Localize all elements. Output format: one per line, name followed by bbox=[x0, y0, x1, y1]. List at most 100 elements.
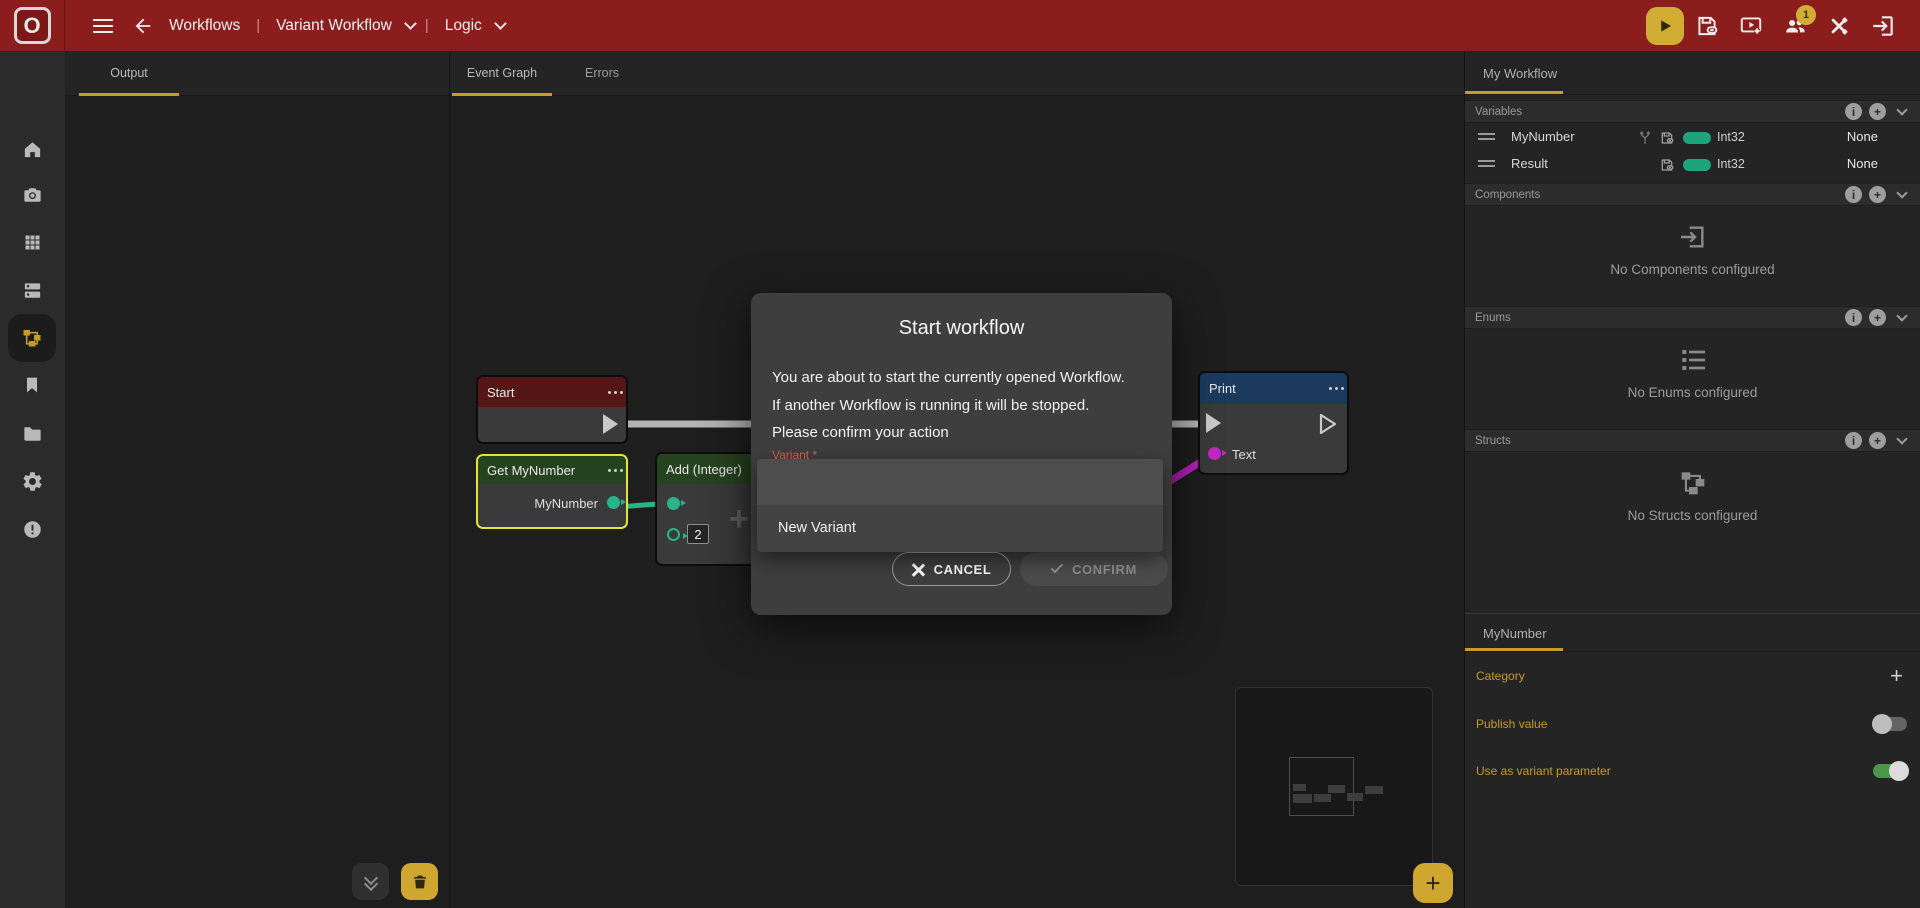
info-icon[interactable]: i bbox=[1845, 186, 1862, 203]
run-settings-button[interactable] bbox=[1736, 11, 1766, 41]
node-print[interactable]: Print Text bbox=[1198, 371, 1349, 475]
users-button[interactable]: 1 bbox=[1780, 11, 1810, 41]
add-category-button[interactable]: + bbox=[1890, 663, 1903, 689]
sidebar-item-bookmarks[interactable] bbox=[8, 361, 56, 409]
screen-run-settings-icon bbox=[1738, 13, 1764, 39]
exit-button[interactable] bbox=[1868, 11, 1898, 41]
variant-branch-icon bbox=[1637, 130, 1653, 146]
minimap[interactable] bbox=[1235, 687, 1433, 886]
drag-handle-icon[interactable] bbox=[1478, 160, 1495, 167]
section-title: Components bbox=[1475, 189, 1838, 201]
variable-row[interactable]: Result Int32 None bbox=[1465, 151, 1920, 178]
sidebar-item-workflows[interactable] bbox=[8, 314, 56, 362]
scroll-to-bottom-button[interactable] bbox=[352, 863, 389, 900]
node-get-mynumber[interactable]: Get MyNumber MyNumber bbox=[476, 454, 628, 529]
variant-option-new[interactable]: New Variant bbox=[757, 505, 1163, 551]
node-title: Start bbox=[487, 385, 514, 400]
publish-value-toggle[interactable] bbox=[1872, 714, 1909, 734]
alert-icon bbox=[21, 518, 44, 541]
pin-label: Text bbox=[1232, 447, 1256, 462]
info-icon[interactable]: i bbox=[1845, 103, 1862, 120]
confirm-button[interactable]: CONFIRM bbox=[1020, 552, 1168, 586]
sidebar-item-alerts[interactable] bbox=[8, 505, 56, 553]
chevron-down-icon[interactable] bbox=[404, 17, 417, 30]
section-title: Variables bbox=[1475, 106, 1838, 118]
breadcrumb-separator: | bbox=[256, 17, 260, 34]
data-out-port[interactable] bbox=[607, 496, 620, 509]
drag-handle-icon[interactable] bbox=[1478, 133, 1495, 140]
double-chevron-down-icon bbox=[365, 876, 377, 888]
more-options-icon[interactable] bbox=[614, 391, 617, 394]
text-in-port[interactable] bbox=[1208, 447, 1221, 460]
collapse-chevron-icon[interactable] bbox=[1896, 310, 1907, 321]
type-color-pill bbox=[1683, 132, 1711, 144]
exec-out-port[interactable] bbox=[1318, 413, 1338, 435]
data-in-port-b[interactable] bbox=[667, 528, 680, 541]
main-menu-button[interactable] bbox=[83, 6, 123, 46]
collapse-chevron-icon[interactable] bbox=[1896, 433, 1907, 444]
section-title: Structs bbox=[1475, 435, 1838, 447]
dialog-title: Start workflow bbox=[751, 317, 1172, 340]
clear-output-button[interactable] bbox=[401, 863, 438, 900]
play-icon bbox=[1656, 17, 1674, 35]
toggle-knob bbox=[1889, 761, 1909, 781]
variant-parameter-row: Use as variant parameter bbox=[1465, 754, 1920, 788]
structs-section-header: Structs i + bbox=[1465, 429, 1920, 452]
value-input[interactable]: 2 bbox=[687, 524, 709, 544]
variant-option-empty[interactable] bbox=[757, 459, 1163, 505]
type-color-pill bbox=[1683, 159, 1711, 171]
add-icon[interactable]: + bbox=[1869, 432, 1886, 449]
exec-in-port[interactable] bbox=[1206, 413, 1221, 433]
node-title: Add (Integer) bbox=[666, 462, 742, 477]
add-icon[interactable]: + bbox=[1869, 186, 1886, 203]
output-panel: Output bbox=[65, 51, 450, 908]
trash-icon bbox=[411, 873, 429, 891]
sidebar-item-settings[interactable] bbox=[8, 457, 56, 505]
add-icon[interactable]: + bbox=[1869, 309, 1886, 326]
info-icon[interactable]: i bbox=[1845, 309, 1862, 326]
dialog-text-line: You are about to start the currently ope… bbox=[772, 369, 1156, 386]
sidebar-item-devices[interactable] bbox=[8, 266, 56, 314]
tab-output[interactable]: Output bbox=[79, 51, 179, 95]
sidebar-item-capture[interactable] bbox=[8, 170, 56, 218]
chevron-down-icon[interactable] bbox=[494, 17, 507, 30]
save-workflow-button[interactable] bbox=[1692, 11, 1722, 41]
toggle-knob bbox=[1872, 714, 1892, 734]
sidebar-item-home[interactable] bbox=[8, 125, 56, 173]
variant-parameter-toggle[interactable] bbox=[1872, 761, 1909, 781]
run-workflow-button[interactable] bbox=[1646, 7, 1684, 45]
tab-my-workflow[interactable]: My Workflow bbox=[1483, 51, 1557, 95]
exec-out-port[interactable] bbox=[603, 414, 618, 434]
cancel-button[interactable]: CANCEL bbox=[892, 552, 1011, 586]
empty-text: No Enums configured bbox=[1628, 385, 1758, 400]
breadcrumb-workflows[interactable]: Workflows bbox=[169, 17, 240, 35]
collapse-chevron-icon[interactable] bbox=[1896, 187, 1907, 198]
publish-value-row: Publish value bbox=[1465, 707, 1920, 741]
sidebar-item-files[interactable] bbox=[8, 409, 56, 457]
info-icon[interactable]: i bbox=[1845, 432, 1862, 449]
workflow-icon bbox=[20, 326, 44, 350]
category-row: Category + bbox=[1465, 659, 1920, 693]
more-options-icon[interactable] bbox=[1335, 387, 1338, 390]
exit-icon bbox=[1870, 13, 1896, 39]
node-start[interactable]: Start bbox=[476, 375, 628, 444]
data-in-port-a[interactable] bbox=[667, 497, 680, 510]
add-icon[interactable]: + bbox=[1869, 103, 1886, 120]
variable-row[interactable]: MyNumber Int32 None bbox=[1465, 124, 1920, 151]
gear-icon bbox=[21, 470, 44, 493]
add-node-button[interactable]: + bbox=[1413, 863, 1453, 903]
workflow-name-dropdown[interactable]: Variant Workflow bbox=[276, 17, 392, 35]
variable-value: None bbox=[1847, 156, 1878, 171]
home-icon bbox=[21, 138, 44, 161]
variant-parameter-label: Use as variant parameter bbox=[1476, 764, 1872, 778]
collapse-chevron-icon[interactable] bbox=[1896, 104, 1907, 115]
hamburger-icon bbox=[93, 19, 113, 33]
properties-tabstrip: MyNumber bbox=[1465, 613, 1920, 652]
back-button[interactable] bbox=[123, 6, 163, 46]
tools-button[interactable] bbox=[1824, 11, 1854, 41]
more-options-icon[interactable] bbox=[614, 469, 617, 472]
section-dropdown[interactable]: Logic bbox=[445, 17, 482, 35]
workflow-inspector-panel: My Workflow Variables i + MyNumber Int32… bbox=[1464, 51, 1920, 908]
sidebar-item-apps[interactable] bbox=[8, 218, 56, 266]
breadcrumb-separator: | bbox=[425, 17, 429, 34]
